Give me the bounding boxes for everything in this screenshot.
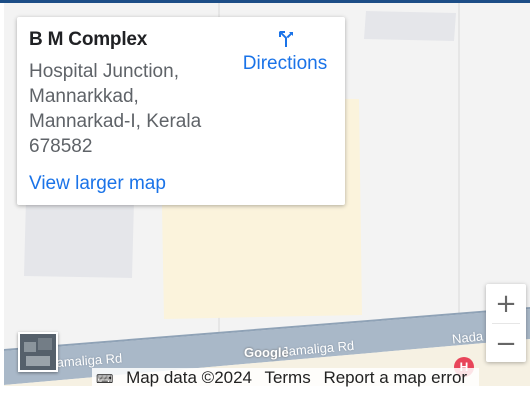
view-larger-map-link[interactable]: View larger map	[29, 173, 166, 195]
zoom-in-button[interactable]: +	[486, 284, 526, 323]
satellite-thumbnail	[20, 334, 56, 370]
map-data-text: Map data ©2024	[126, 368, 253, 387]
map-attribution: ⌨ Map data ©2024 Terms Report a map erro…	[92, 368, 480, 387]
place-name: B M Complex	[29, 29, 148, 50]
report-map-error-link[interactable]: Report a map error	[323, 368, 467, 387]
directions-icon	[279, 31, 293, 47]
directions-button[interactable]: Directions	[235, 29, 335, 75]
map-type-toggle[interactable]	[18, 332, 58, 372]
place-card: B M Complex Hospital Junction, Mannarkka…	[17, 17, 345, 205]
zoom-out-button[interactable]: −	[486, 324, 526, 363]
road-label: Nada	[451, 328, 484, 347]
place-address: Hospital Junction, Mannarkkad, Mannarkad…	[29, 61, 202, 157]
google-logo: Google	[244, 345, 289, 360]
keyboard-icon[interactable]: ⌨	[96, 372, 113, 386]
terms-link[interactable]: Terms	[264, 368, 310, 387]
directions-label: Directions	[242, 53, 328, 74]
zoom-control: + −	[486, 284, 526, 362]
